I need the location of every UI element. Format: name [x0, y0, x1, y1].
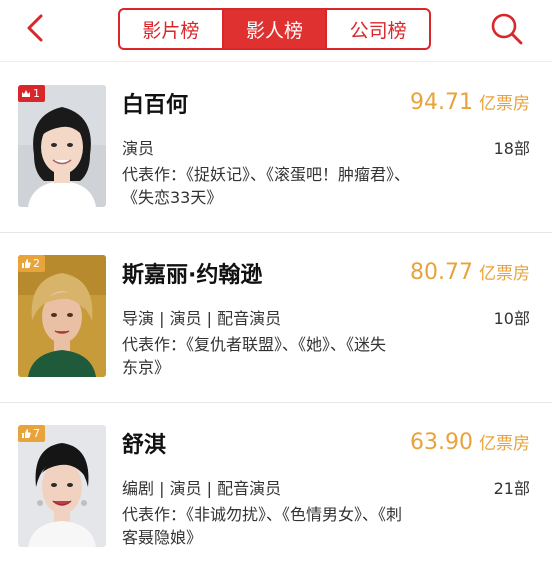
back-button[interactable] [20, 12, 50, 44]
list-item[interactable]: 1 白百何 94.71 亿票房 演员 18部 代表作：《捉妖记》、《滚蛋吧！肿瘤… [0, 63, 552, 233]
boxoffice-value: 80.77 [410, 260, 473, 285]
rank-badge: 2 [18, 255, 45, 272]
list-item[interactable]: 7 舒淇 63.90 亿票房 编剧 | 演员 | 配音演员 21部 代表作：《非… [0, 403, 552, 568]
crown-icon [22, 90, 30, 97]
thumbs-up-icon [22, 259, 31, 268]
representative-works: 代表作：《复仇者联盟》、《她》、《迷失 东京》 [122, 335, 387, 377]
representative-works: 代表作：《捉妖记》、《滚蛋吧！肿瘤君》、 《失恋33天》 [122, 165, 411, 207]
person-roles: 演员 [122, 139, 155, 158]
boxoffice-total: 94.71 亿票房 [410, 89, 530, 115]
tab-movie-ranking[interactable]: 影片榜 [120, 10, 222, 48]
ranking-tabs: 影片榜 影人榜 公司榜 [118, 8, 431, 50]
search-icon [491, 13, 523, 45]
list-item[interactable]: 2 斯嘉丽·约翰逊 80.77 亿票房 导演 | 演员 | 配音演员 10部 代… [0, 233, 552, 403]
boxoffice-value: 94.71 [410, 90, 473, 115]
people-ranking-list: 1 白百何 94.71 亿票房 演员 18部 代表作：《捉妖记》、《滚蛋吧！肿瘤… [0, 63, 552, 568]
avatar: 2 [18, 255, 106, 377]
representative-works: 代表作：《非诚勿扰》、《色情男女》、《刺 客聂隐娘》 [122, 505, 403, 547]
boxoffice-total: 80.77 亿票房 [410, 259, 530, 285]
search-button[interactable] [490, 12, 524, 46]
works-count: 21部 [493, 479, 530, 498]
person-roles: 导演 | 演员 | 配音演员 [122, 309, 282, 328]
person-name: 舒淇 [122, 433, 167, 458]
boxoffice-total: 63.90 亿票房 [410, 429, 530, 455]
boxoffice-unit: 亿票房 [479, 434, 530, 454]
top-nav-bar: 影片榜 影人榜 公司榜 [0, 0, 552, 62]
boxoffice-unit: 亿票房 [479, 264, 530, 284]
person-name: 斯嘉丽·约翰逊 [122, 263, 263, 288]
avatar: 1 [18, 85, 106, 207]
person-name: 白百何 [122, 93, 189, 118]
rank-badge: 1 [18, 85, 45, 102]
avatar: 7 [18, 425, 106, 547]
boxoffice-unit: 亿票房 [479, 94, 530, 114]
works-count: 10部 [493, 309, 530, 328]
thumbs-up-icon [22, 429, 31, 438]
person-roles: 编剧 | 演员 | 配音演员 [122, 479, 282, 498]
tab-company-ranking[interactable]: 公司榜 [325, 10, 429, 48]
tab-people-ranking[interactable]: 影人榜 [221, 10, 326, 48]
chevron-left-icon [27, 14, 43, 42]
boxoffice-value: 63.90 [410, 430, 473, 455]
works-count: 18部 [493, 139, 530, 158]
rank-badge: 7 [18, 425, 45, 442]
